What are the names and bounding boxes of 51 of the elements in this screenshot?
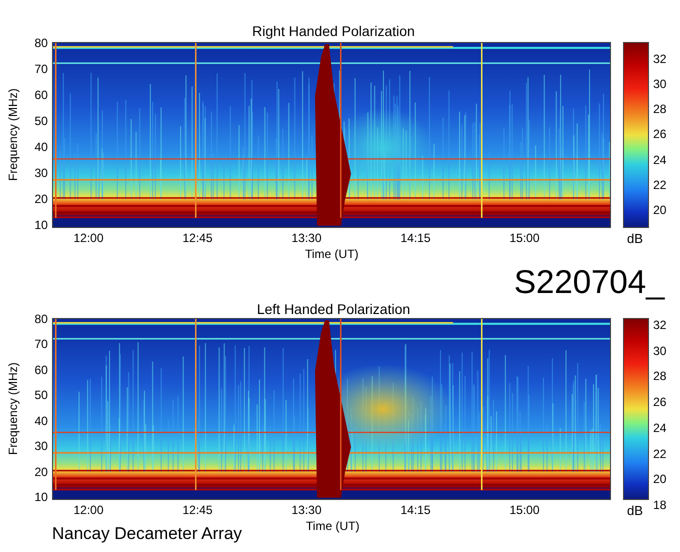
tick-label: 30 bbox=[653, 344, 668, 358]
chart-title: Right Handed Polarization bbox=[251, 23, 416, 41]
tick-label: 20 bbox=[34, 464, 48, 479]
tick-label: 50 bbox=[34, 114, 48, 128]
tick-label: 12:00 bbox=[72, 503, 105, 517]
tick-label: 20 bbox=[653, 472, 668, 486]
axis-label: Frequency (MHz) bbox=[6, 362, 20, 458]
tick-label: 18 bbox=[653, 498, 668, 512]
tick-label: 20 bbox=[34, 192, 48, 206]
tick-label: 60 bbox=[34, 362, 48, 377]
tick-label: 60 bbox=[34, 88, 48, 102]
tick-label: 24 bbox=[653, 152, 668, 167]
tick-label: 26 bbox=[653, 127, 668, 142]
tick-label: 40 bbox=[34, 140, 48, 154]
tick-label: 14:15 bbox=[399, 231, 432, 245]
tick-label: 20 bbox=[653, 202, 668, 217]
tick-label: 28 bbox=[653, 102, 668, 116]
tick-label: 22 bbox=[653, 446, 668, 461]
tick-label: 28 bbox=[653, 369, 668, 384]
tick-label: 12:45 bbox=[181, 503, 214, 517]
tick-label: 15:00 bbox=[508, 503, 541, 517]
tick-label: 32 bbox=[653, 318, 668, 332]
tick-label: 40 bbox=[34, 414, 48, 428]
tick-label: 15:00 bbox=[508, 231, 541, 245]
tick-label: 80 bbox=[34, 312, 48, 326]
chart-title: Left Handed Polarization bbox=[256, 302, 412, 318]
tick-label: 10 bbox=[34, 490, 48, 504]
tick-label: 70 bbox=[34, 62, 48, 76]
tick-label: 10 bbox=[34, 218, 48, 232]
tick-label: 24 bbox=[653, 420, 668, 435]
tick-label: 50 bbox=[34, 388, 48, 402]
tick-label: 30 bbox=[653, 77, 668, 92]
tick-label: 80 bbox=[34, 36, 48, 50]
tick-label: 14:15 bbox=[399, 503, 432, 517]
footer-text: Nancay Decameter Array bbox=[52, 524, 242, 544]
axis-label: Frequency (MHz) bbox=[6, 88, 20, 184]
axis-label: Time (UT) bbox=[306, 520, 360, 533]
unit-label: dB bbox=[627, 502, 643, 518]
axis-label: Time (UT) bbox=[305, 248, 359, 261]
tick-label: 70 bbox=[34, 337, 48, 352]
tick-label: 12:00 bbox=[72, 231, 105, 245]
event-id: S220704_ bbox=[513, 262, 666, 302]
tick-label: 22 bbox=[653, 178, 668, 192]
tick-label: 13:30 bbox=[290, 231, 323, 245]
tick-label: 32 bbox=[653, 52, 668, 66]
tick-label: 13:30 bbox=[290, 503, 323, 517]
tick-label: 26 bbox=[653, 395, 668, 410]
tick-label: 30 bbox=[34, 439, 48, 454]
tick-label: 30 bbox=[34, 166, 48, 180]
unit-label: dB bbox=[627, 230, 643, 246]
tick-label: 12:45 bbox=[181, 231, 214, 245]
